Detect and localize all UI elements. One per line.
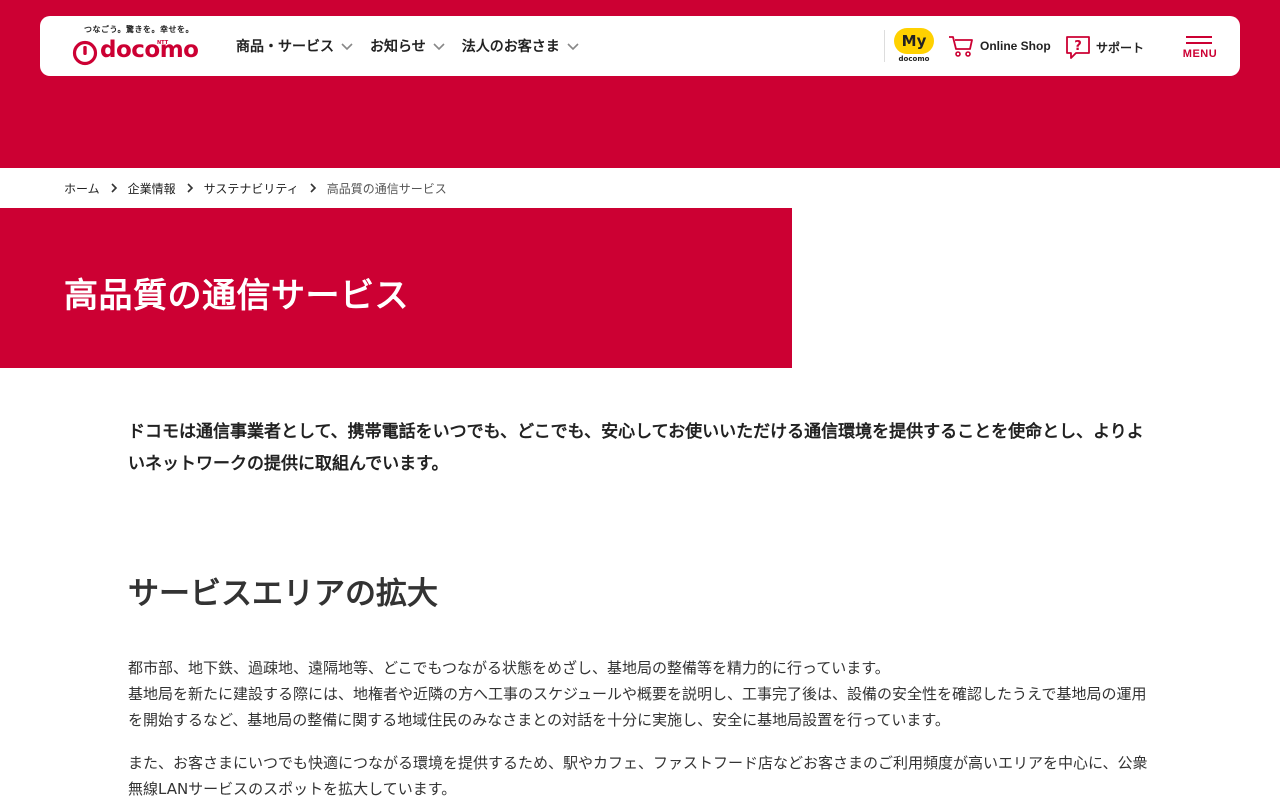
breadcrumb-corporate[interactable]: 企業情報 — [128, 180, 176, 197]
body-line: 都市部、地下鉄、過疎地、遠隔地等、どこでもつながる状態をめざし、基地局の整備等を… — [128, 659, 890, 677]
nav-label: 法人のお客さま — [461, 39, 560, 55]
main-nav: 商品・サービス お知らせ 法人のお客さま — [236, 16, 596, 76]
menu-label: MENU — [1182, 48, 1218, 60]
breadcrumb-sustainability[interactable]: サステナビリティ — [204, 180, 299, 197]
chevron-right-icon — [111, 183, 117, 193]
breadcrumb-home[interactable]: ホーム — [64, 180, 100, 197]
menu-button[interactable]: MENU — [1178, 34, 1222, 64]
docomo-logo[interactable]: つなごう。驚きを。幸せを。 NTT docomo — [72, 24, 202, 68]
chevron-down-icon — [433, 43, 445, 51]
svg-text:?: ? — [1074, 39, 1082, 54]
section-paragraph: また、お客さまにいつでも快適につながる環境を提供するため、駅やカフェ、ファストフ… — [128, 754, 1148, 798]
hamburger-icon — [1186, 42, 1212, 44]
online-shop-label: Online Shop — [980, 39, 1051, 53]
my-docomo-button[interactable]: My docomo — [894, 28, 936, 66]
support-label: サポート — [1096, 40, 1145, 55]
nav-news[interactable]: お知らせ — [370, 36, 446, 56]
chevron-right-icon — [187, 183, 193, 193]
my-docomo-pill: My — [894, 28, 934, 54]
logo-wordmark: docomo — [100, 37, 199, 63]
docomo-mark-icon — [72, 40, 98, 66]
nav-products-services[interactable]: 商品・サービス — [236, 36, 354, 56]
my-docomo-sub: docomo — [898, 55, 930, 63]
nav-business[interactable]: 法人のお客さま — [462, 36, 580, 56]
nav-label: お知らせ — [370, 39, 426, 55]
body-line: 基地局を新たに建設する際には、地権者や近隣の方へ工事のスケジュールや概要を説明し… — [128, 685, 1147, 729]
chevron-down-icon — [341, 43, 353, 51]
site-header: つなごう。驚きを。幸せを。 NTT docomo 商品・サービス お知らせ 法人… — [40, 16, 1240, 76]
section-heading: サービスエリアの拡大 — [128, 576, 438, 612]
lead-paragraph: ドコモは通信事業者として、携帯電話をいつでも、どこでも、安心してお使いいただける… — [128, 422, 1144, 474]
hamburger-icon — [1186, 36, 1212, 38]
cart-icon — [949, 36, 973, 57]
header-divider — [884, 30, 885, 62]
section-body: 都市部、地下鉄、過疎地、遠隔地等、どこでもつながる状態をめざし、基地局の整備等を… — [128, 655, 1160, 733]
support-link[interactable]: ? サポート — [1064, 34, 1144, 60]
logo-tagline: つなごう。驚きを。幸せを。 — [84, 25, 195, 34]
breadcrumb: ホーム 企業情報 サステナビリティ 高品質の通信サービス — [64, 180, 447, 196]
nav-label: 商品・サービス — [236, 39, 334, 55]
chevron-down-icon — [567, 43, 579, 51]
breadcrumb-current: 高品質の通信サービス — [326, 181, 447, 196]
chevron-right-icon — [310, 183, 316, 193]
online-shop-link[interactable]: Online Shop — [948, 34, 1051, 58]
page-title: 高品質の通信サービス — [64, 276, 409, 316]
page-hero: 高品質の通信サービス — [0, 208, 792, 368]
help-icon: ? — [1066, 36, 1090, 59]
